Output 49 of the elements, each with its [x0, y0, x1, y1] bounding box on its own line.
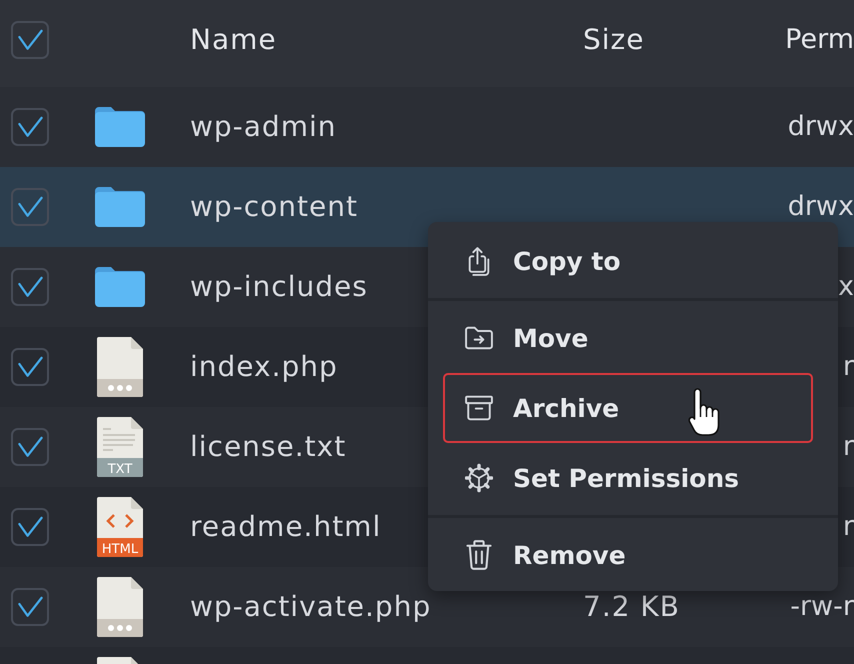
trash-icon: [465, 540, 493, 570]
file-size: 7.2 KB: [583, 590, 680, 624]
column-header[interactable]: Size: [583, 24, 644, 56]
file-type-label: HTML: [102, 542, 138, 557]
gear-icon: [465, 463, 493, 493]
folder-icon: [95, 187, 145, 227]
checkmark-icon: [18, 516, 42, 538]
checkmark-icon: [18, 596, 42, 618]
file-permissions: -rw-r: [790, 591, 854, 623]
file-type-label: TXT: [108, 462, 132, 477]
file-name: wp-admin: [190, 110, 337, 144]
file-permissions: r: [842, 511, 854, 543]
hand-cursor-icon: [688, 388, 720, 437]
file-name: index.php: [190, 350, 338, 384]
file-permissions: r: [842, 351, 854, 383]
file-name: wp-content: [190, 190, 358, 224]
checkbox[interactable]: [11, 188, 49, 226]
checkbox[interactable]: [11, 428, 49, 466]
file-icon: [97, 577, 143, 637]
file-name: wp-activate.php: [190, 590, 432, 624]
checkbox[interactable]: [11, 108, 49, 146]
file-row[interactable]: wp-admin drwx: [0, 87, 854, 167]
checkmark-icon: [18, 29, 42, 51]
column-header[interactable]: Name: [190, 24, 277, 56]
checkmark-icon: [18, 436, 42, 458]
file-name: wp-includes: [190, 270, 368, 304]
file-icon: [97, 337, 143, 397]
file-permissions: x: [838, 271, 854, 303]
checkbox[interactable]: [11, 268, 49, 306]
checkmark-icon: [18, 356, 42, 378]
text-file-icon: [97, 417, 143, 477]
file-permissions: drwx: [788, 191, 854, 223]
checkmark-icon: [18, 196, 42, 218]
folder-icon: [95, 267, 145, 307]
file-permissions: r: [842, 431, 854, 463]
menu-item[interactable]: Archive: [443, 373, 813, 443]
checkbox[interactable]: [11, 588, 49, 626]
column-header[interactable]: Perm: [785, 24, 854, 56]
checkbox[interactable]: [11, 21, 49, 59]
html-file-icon: [97, 497, 143, 557]
file-name: license.txt: [190, 430, 346, 464]
checkmark-icon: [18, 116, 42, 138]
file-name: readme.html: [190, 510, 382, 544]
archive-box-icon: [465, 393, 493, 423]
checkbox[interactable]: [11, 348, 49, 386]
folder-icon: [95, 107, 145, 147]
checkbox[interactable]: [11, 508, 49, 546]
file-permissions: drwx: [788, 111, 854, 143]
checkmark-icon: [18, 276, 42, 298]
